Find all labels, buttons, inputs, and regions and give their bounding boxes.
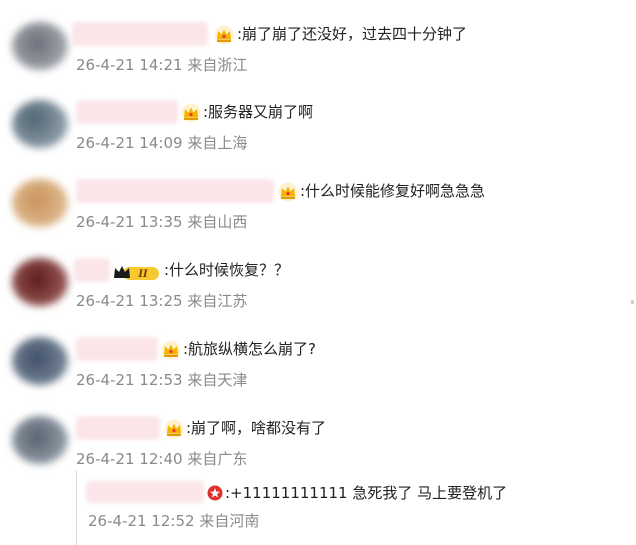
avatar[interactable] bbox=[12, 416, 68, 464]
location: 来自广东 bbox=[187, 450, 248, 468]
avatar[interactable] bbox=[12, 22, 68, 70]
username-blurred[interactable] bbox=[76, 337, 158, 361]
timestamp: 26-4-21 14:21 bbox=[76, 56, 183, 74]
location: 来自天津 bbox=[187, 371, 248, 389]
reply-meta: 26-4-21 12:52 来自河南 bbox=[88, 511, 259, 531]
comment-item: :什么时候能修复好啊急急急 26-4-21 13:35 来自山西 bbox=[0, 157, 636, 235]
comment-item: :航旅纵横怎么崩了? 26-4-21 12:53 来自天津 bbox=[0, 315, 636, 393]
location: 来自浙江 bbox=[187, 56, 248, 74]
comment-item: :崩了啊，啥都没有了 26-4-21 12:40 来自广东 bbox=[0, 394, 636, 472]
username-blurred[interactable] bbox=[76, 100, 178, 124]
comment-item: :服务器又崩了啊 26-4-21 14:09 来自上海 bbox=[0, 78, 636, 156]
crown-icon bbox=[164, 419, 184, 439]
timestamp: 26-4-21 12:40 bbox=[76, 450, 183, 468]
crown-icon bbox=[278, 182, 298, 202]
username-blurred[interactable] bbox=[74, 258, 110, 282]
crown-icon bbox=[214, 25, 234, 45]
location: 来自上海 bbox=[187, 134, 248, 152]
comment-meta: 26-4-21 14:09 来自上海 bbox=[76, 133, 247, 153]
timestamp: 26-4-21 12:52 bbox=[88, 512, 195, 530]
crown-icon bbox=[181, 103, 201, 123]
reply-text: :+11111111111 急死我了 马上要登机了 bbox=[225, 484, 508, 502]
comment-text: :什么时候能修复好啊急急急 bbox=[300, 182, 486, 200]
scroll-edge-mark bbox=[631, 300, 634, 304]
vip-level-label: II bbox=[137, 269, 148, 280]
timestamp: 26-4-21 13:25 bbox=[76, 292, 183, 310]
location: 来自山西 bbox=[187, 213, 248, 231]
comment-feed: :崩了崩了还没好，过去四十分钟了 26-4-21 14:21 来自浙江 :服务器… bbox=[0, 0, 636, 545]
avatar[interactable] bbox=[12, 258, 68, 306]
avatar[interactable] bbox=[12, 100, 68, 148]
username-blurred[interactable] bbox=[76, 416, 160, 440]
comment-meta: 26-4-21 13:35 来自山西 bbox=[76, 212, 247, 232]
location: 来自河南 bbox=[199, 512, 260, 530]
vip-level-badge: II bbox=[114, 266, 159, 280]
comment-text: :什么时候恢复？？ bbox=[164, 261, 290, 279]
timestamp: 26-4-21 12:53 bbox=[76, 371, 183, 389]
username-blurred[interactable] bbox=[86, 481, 204, 503]
comment-text: :航旅纵横怎么崩了? bbox=[183, 340, 317, 358]
crown-icon bbox=[161, 340, 181, 360]
red-star-badge bbox=[207, 485, 223, 501]
timestamp: 26-4-21 14:09 bbox=[76, 134, 183, 152]
comment-item: II :什么时候恢复？？ 26-4-21 13:25 来自江苏 bbox=[0, 236, 636, 314]
comment-meta: 26-4-21 12:53 来自天津 bbox=[76, 370, 247, 390]
comment-meta: 26-4-21 13:25 来自江苏 bbox=[76, 291, 247, 311]
timestamp: 26-4-21 13:35 bbox=[76, 213, 183, 231]
comment-meta: 26-4-21 12:40 来自广东 bbox=[76, 449, 247, 469]
username-blurred[interactable] bbox=[72, 22, 208, 46]
comment-item: :崩了崩了还没好，过去四十分钟了 26-4-21 14:21 来自浙江 bbox=[0, 0, 636, 78]
comment-meta: 26-4-21 14:21 来自浙江 bbox=[76, 55, 247, 75]
avatar[interactable] bbox=[12, 337, 68, 385]
reply-item: :+11111111111 急死我了 马上要登机了 26-4-21 12:52 … bbox=[0, 470, 636, 545]
location: 来自江苏 bbox=[187, 292, 248, 310]
comment-text: :服务器又崩了啊 bbox=[203, 103, 314, 121]
username-blurred[interactable] bbox=[76, 179, 274, 203]
reply-indent-line bbox=[76, 470, 77, 545]
comment-text: :崩了啊，啥都没有了 bbox=[186, 419, 327, 437]
avatar[interactable] bbox=[12, 179, 68, 227]
comment-text: :崩了崩了还没好，过去四十分钟了 bbox=[237, 25, 468, 43]
